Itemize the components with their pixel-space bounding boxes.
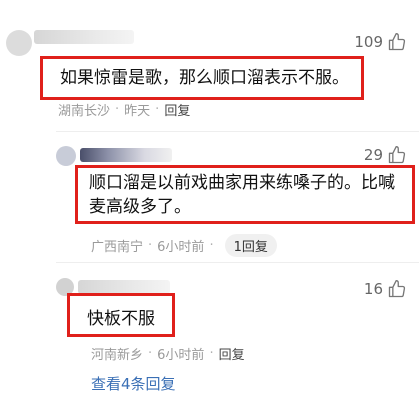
comment-highlight-box: 顺口溜是以前戏曲家用来练嗓子的。比喊麦高级多了。	[75, 165, 415, 224]
user-avatar[interactable]	[6, 30, 32, 56]
meta-separator: ·	[155, 102, 160, 117]
thumbs-up-icon	[388, 146, 406, 164]
like-count: 109	[354, 33, 383, 51]
reply-button[interactable]: 回复	[219, 344, 245, 363]
like-count: 16	[363, 280, 383, 298]
meta-separator: ·	[209, 346, 214, 361]
comment-highlight-box: 如果惊雷是歌，那么顺口溜表示不服。	[40, 56, 364, 100]
comment-time: 6小时前	[157, 240, 205, 255]
comment-time: 昨天	[124, 104, 151, 119]
comment-meta: 湖南长沙 · 昨天 · 回复	[58, 100, 190, 119]
meta-separator: ·	[115, 102, 120, 117]
thumbs-up-icon	[388, 33, 406, 51]
comment-meta: 广西南宁 · 6小时前 · 1回复	[91, 234, 277, 257]
user-avatar[interactable]	[56, 146, 76, 166]
comment-time: 6小时前	[157, 348, 205, 363]
reply-count-button[interactable]: 1回复	[224, 234, 277, 257]
comment-location: 广西南宁	[91, 240, 144, 255]
divider	[56, 262, 419, 263]
comment-text: 快板不服	[87, 309, 155, 329]
meta-separator: ·	[148, 346, 153, 361]
like-count: 29	[363, 146, 383, 164]
username-blurred[interactable]	[78, 280, 170, 294]
comment-text: 如果惊雷是歌，那么顺口溜表示不服。	[60, 68, 349, 88]
comment-highlight-box: 快板不服	[67, 293, 175, 337]
meta-separator: ·	[148, 238, 153, 253]
comment-location: 湖南长沙	[58, 104, 111, 119]
view-more-replies-link[interactable]: 查看4条回复	[91, 373, 176, 394]
divider	[56, 131, 419, 132]
username-blurred[interactable]	[80, 148, 172, 162]
meta-separator: ·	[209, 238, 214, 253]
username-blurred[interactable]	[34, 30, 134, 44]
comment-text: 顺口溜是以前戏曲家用来练嗓子的。比喊麦高级多了。	[89, 173, 395, 217]
like-button[interactable]: 109	[354, 32, 407, 52]
comment-meta: 河南新乡 · 6小时前 · 回复	[91, 344, 245, 363]
like-button[interactable]: 29	[364, 145, 407, 165]
reply-button[interactable]: 回复	[164, 100, 190, 119]
thumbs-up-icon	[388, 280, 406, 298]
like-button[interactable]: 16	[364, 279, 407, 299]
comment-location: 河南新乡	[91, 348, 144, 363]
